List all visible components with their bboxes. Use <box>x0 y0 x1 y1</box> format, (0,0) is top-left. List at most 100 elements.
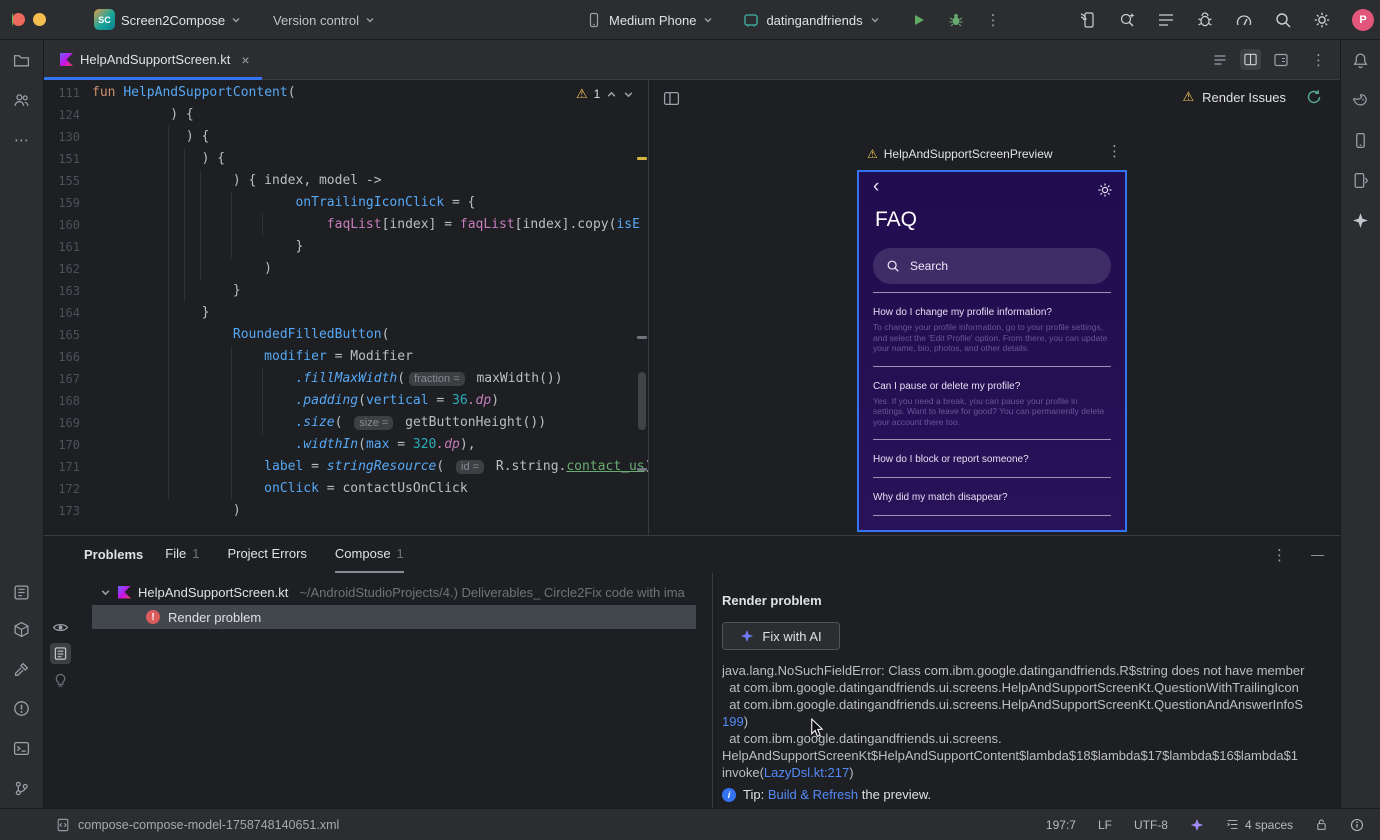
settings-gear-icon[interactable] <box>1313 11 1331 29</box>
kotlin-file-icon <box>60 53 73 66</box>
code-line[interactable]: 166 modifier = Modifier <box>44 346 648 368</box>
problems-tab-file[interactable]: File 1 <box>165 536 199 573</box>
preview-problems-eye-icon[interactable] <box>52 619 69 639</box>
version-control-tool-icon[interactable] <box>12 778 32 798</box>
code-line[interactable]: 159 onTrailingIconClick = { <box>44 192 648 214</box>
editor-scrollbar[interactable] <box>638 372 646 430</box>
preview-options-kebab[interactable]: ⋮ <box>1107 142 1122 160</box>
code-line[interactable]: 130) { <box>44 126 648 148</box>
split-view-icon[interactable] <box>1240 49 1261 70</box>
vcs-widget[interactable]: Version control <box>273 0 375 40</box>
code-editor[interactable]: 111 fun HelpAndSupportContent(124) {130) … <box>44 80 648 535</box>
refresh-icon[interactable] <box>1306 89 1322 105</box>
info-icon[interactable] <box>1350 818 1364 832</box>
problems-tool-icon[interactable] <box>12 698 32 718</box>
inspection-widget[interactable]: ⚠ 1 <box>576 86 634 102</box>
app-insights-bug-icon[interactable] <box>1196 11 1214 29</box>
profiler-icon[interactable] <box>1235 11 1253 29</box>
view-mode-icon[interactable] <box>50 643 71 664</box>
gemini-sparkle-icon[interactable] <box>1351 210 1371 230</box>
run-button[interactable] <box>912 13 926 27</box>
faq-divider <box>873 365 1111 367</box>
collaboration-tool-icon[interactable] <box>12 90 32 110</box>
code-line[interactable]: 164} <box>44 302 648 324</box>
tab-helpandsupportscreen[interactable]: HelpAndSupportScreen.kt × <box>44 40 262 80</box>
user-avatar[interactable]: P <box>1352 9 1374 31</box>
debug-button[interactable] <box>948 12 964 28</box>
chevron-down-icon[interactable] <box>100 587 111 598</box>
more-actions-kebab[interactable]: ⋮ <box>986 11 1001 29</box>
next-warning-icon[interactable] <box>623 89 634 100</box>
fix-with-ai-button[interactable]: Fix with AI <box>722 622 840 650</box>
notifications-bell-icon[interactable] <box>1351 50 1371 70</box>
code-line[interactable]: 163} <box>44 280 648 302</box>
fullscreen-window-button[interactable] <box>12 13 13 26</box>
code-line[interactable]: 168 .padding(vertical = 36.dp) <box>44 390 648 412</box>
app-inspection-tool-icon[interactable] <box>12 619 32 639</box>
more-tool-windows-icon[interactable]: ⋯ <box>12 130 32 150</box>
design-view-icon[interactable] <box>1273 52 1289 68</box>
statusbar-file-widget[interactable]: compose-compose-model-1758748140651.xml <box>56 818 339 832</box>
build-refresh-link[interactable]: Build & Refresh <box>768 787 858 802</box>
code-token: .widthIn <box>295 437 359 452</box>
caret-position-widget[interactable]: 197:7 <box>1046 818 1076 832</box>
code-line[interactable]: 173) <box>44 500 648 522</box>
code-line[interactable]: 170 .widthIn(max = 320.dp), <box>44 434 648 456</box>
device-mirroring-icon[interactable] <box>1079 11 1097 29</box>
project-tool-icon[interactable] <box>12 50 32 70</box>
project-selector[interactable]: Screen2Compose <box>121 0 241 40</box>
render-problem-node[interactable]: ! Render problem <box>92 605 696 629</box>
titlebar-right-icons: P <box>1079 0 1374 40</box>
gradle-tool-icon[interactable] <box>1351 90 1371 110</box>
preview-layout-icon[interactable] <box>663 90 680 110</box>
problems-tab-compose[interactable]: Compose 1 <box>334 536 404 573</box>
close-tab-icon[interactable]: × <box>241 52 249 68</box>
line-separator-widget[interactable]: LF <box>1098 818 1112 832</box>
code-token: .dp <box>467 393 492 408</box>
code-line[interactable]: 124) { <box>44 104 648 126</box>
layout-inspector-tool-icon[interactable] <box>12 582 32 602</box>
stack-link[interactable]: LazyDsl.kt:217 <box>764 765 849 780</box>
code-line[interactable]: 165 RoundedFilledButton( <box>44 324 648 346</box>
minimize-window-button[interactable] <box>33 13 46 26</box>
gemini-status-sparkle-icon[interactable] <box>1190 818 1204 832</box>
code-line[interactable]: 155) { index, model -> <box>44 170 648 192</box>
preview-phone-frame[interactable]: ‹ FAQ Search How do I change my profile … <box>857 170 1127 532</box>
code-line[interactable]: 111 fun HelpAndSupportContent( <box>44 82 648 104</box>
hide-panel-icon[interactable]: — <box>1311 547 1324 562</box>
search-icon[interactable] <box>1274 11 1292 29</box>
faq-divider <box>873 477 1111 478</box>
code-line[interactable]: 172 onClick = contactUsOnClick <box>44 478 648 500</box>
quickfix-bulb-icon[interactable] <box>53 673 68 691</box>
run-config-selector[interactable]: datingandfriends <box>766 13 862 28</box>
stack-link[interactable]: 199 <box>722 714 744 729</box>
prev-warning-icon[interactable] <box>606 89 617 100</box>
terminal-tool-icon[interactable] <box>12 738 32 758</box>
encoding-widget[interactable]: UTF-8 <box>1134 818 1168 832</box>
running-devices-icon[interactable] <box>1351 170 1371 190</box>
problems-tab-project-errors[interactable]: Project Errors <box>227 536 306 573</box>
code-line[interactable]: 169 .size( size = getButtonHeight()) <box>44 412 648 434</box>
logcat-icon[interactable] <box>1157 11 1175 29</box>
code-line[interactable]: 160 faqList[index] = faqList[index].copy(… <box>44 214 648 236</box>
preview-card-label[interactable]: ⚠ HelpAndSupportScreenPreview <box>867 144 1053 164</box>
tab-options-kebab[interactable]: ⋮ <box>1311 51 1326 69</box>
code-line[interactable]: 171 label = stringResource( id = R.string… <box>44 456 648 478</box>
device-manager-icon[interactable] <box>1351 130 1371 150</box>
device-selector[interactable]: Medium Phone <box>609 13 696 28</box>
code-line[interactable]: 151) { <box>44 148 648 170</box>
code-view-icon[interactable] <box>1212 52 1228 68</box>
problems-splitter[interactable] <box>712 573 713 808</box>
close-window-button[interactable] <box>12 13 25 26</box>
code-line[interactable]: 162) <box>44 258 648 280</box>
stack-line: at com.ibm.google.datingandfriends.ui.sc… <box>722 696 1340 713</box>
indent-widget[interactable]: 4 spaces <box>1226 818 1293 832</box>
code-line[interactable]: 167 .fillMaxWidth(fraction = maxWidth()) <box>44 368 648 390</box>
render-issues-button[interactable]: ⚠ Render Issues <box>1183 89 1322 105</box>
lock-icon[interactable] <box>1315 818 1328 831</box>
ai-assistant-icon[interactable] <box>1118 11 1136 29</box>
code-line[interactable]: 161} <box>44 236 648 258</box>
panel-options-kebab[interactable]: ⋮ <box>1272 546 1287 564</box>
problems-file-node[interactable]: HelpAndSupportScreen.kt ~/AndroidStudioP… <box>80 579 712 605</box>
build-tool-icon[interactable] <box>12 659 32 679</box>
